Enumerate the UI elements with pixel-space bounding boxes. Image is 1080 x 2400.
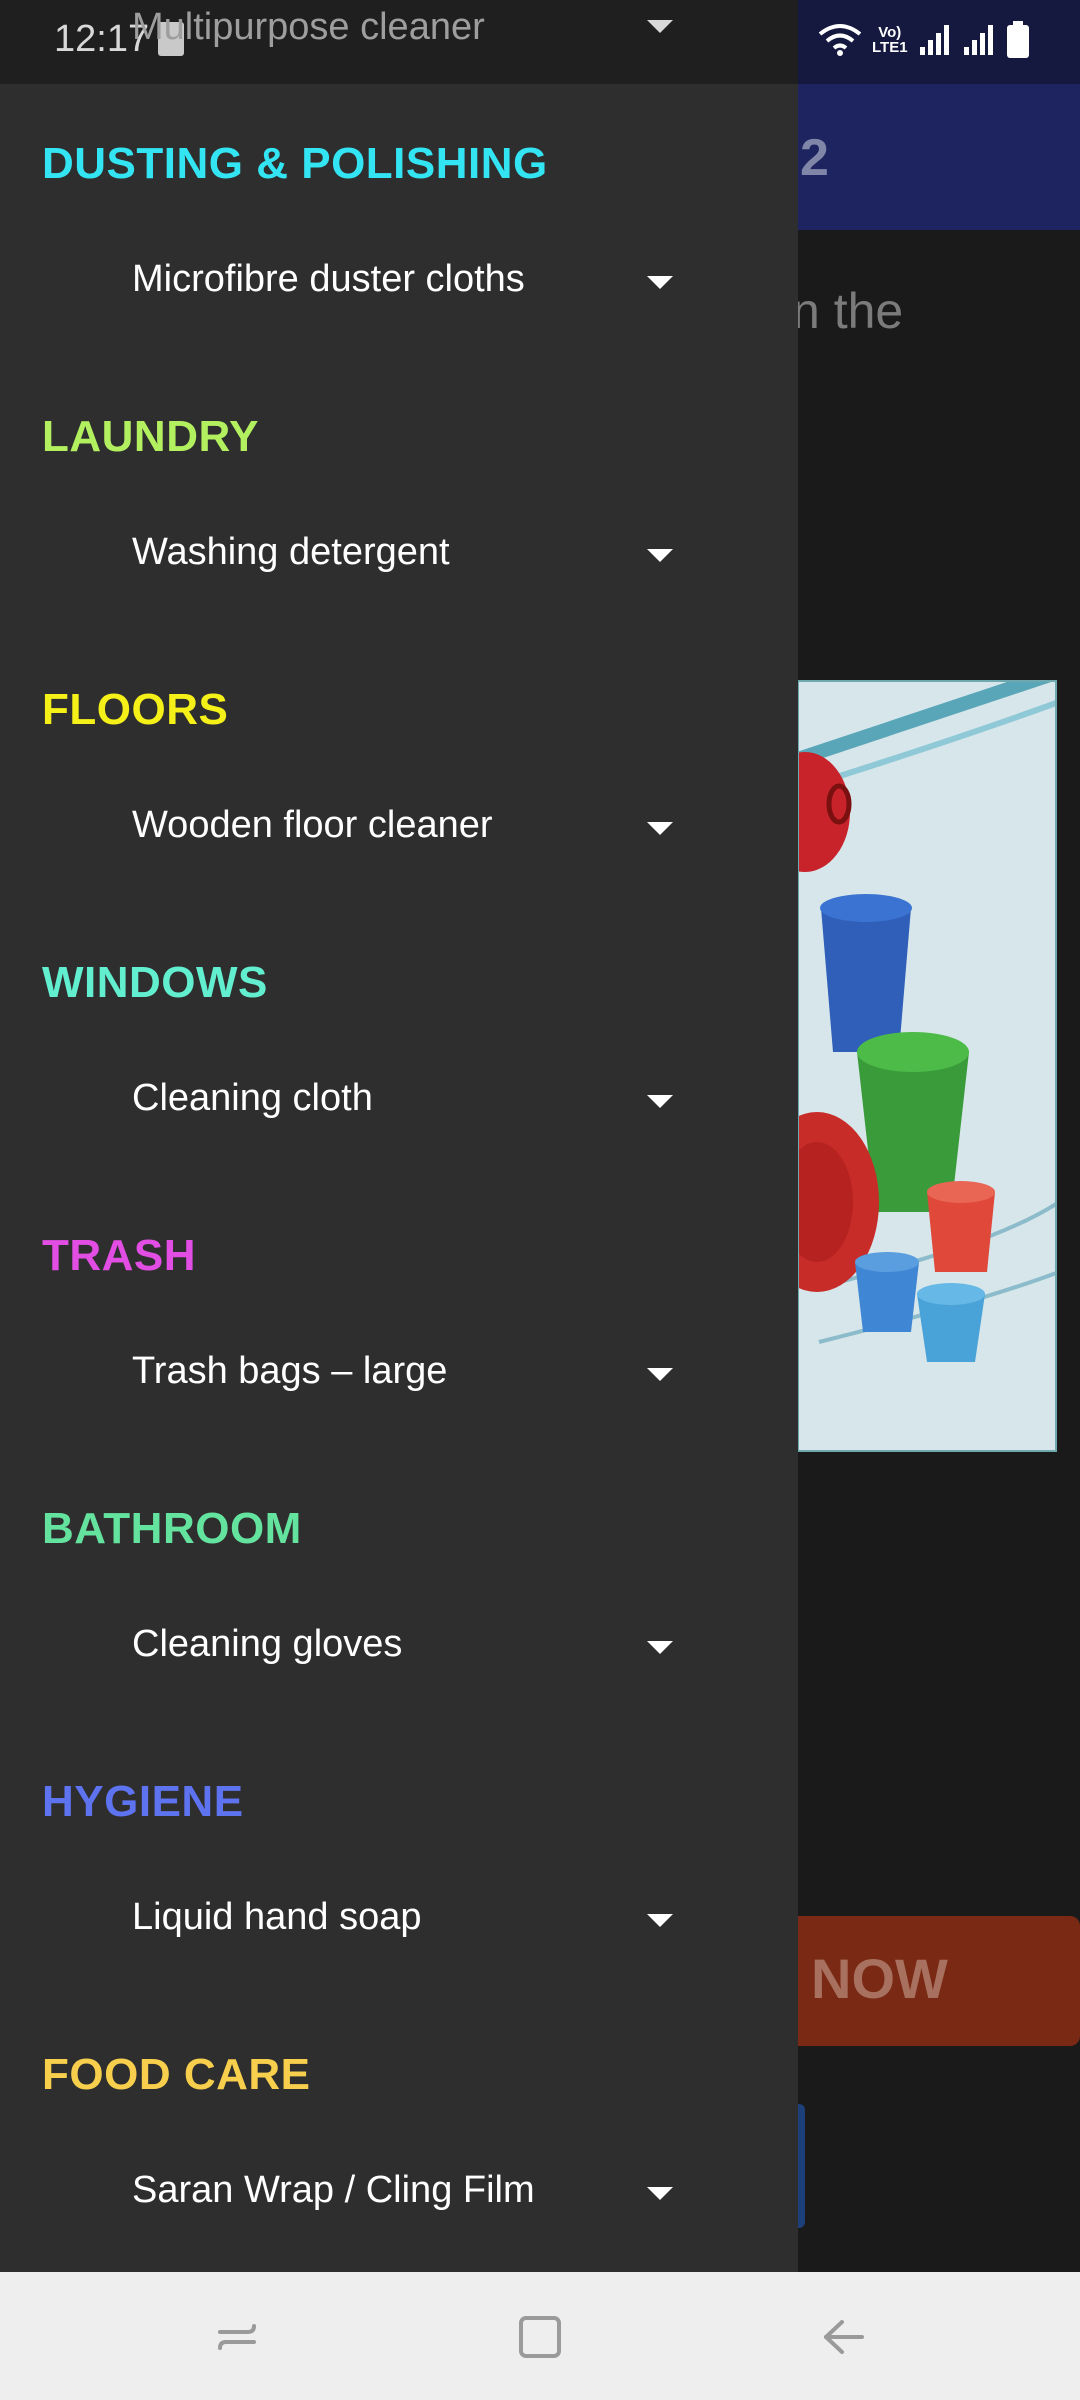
recents-icon [218,2324,256,2350]
spinner-selected-value: Washing detergent [132,531,450,573]
section-food-care: FOOD CARE Saran Wrap / Cling Film [0,1995,798,2268]
section-floors: FLOORS Wooden floor cleaner [0,630,798,903]
chevron-down-icon [647,2187,673,2200]
chevron-down-icon [647,822,673,835]
battery-icon [1006,21,1029,58]
product-image [797,680,1057,1452]
section-bathroom: BATHROOM Cleaning gloves [0,1449,798,1722]
chevron-down-icon [647,276,673,289]
network-type-label: Vo) LTE1 [872,25,908,55]
app-description-text: n the [792,283,904,339]
product-spinner[interactable]: Microfibre duster cloths [132,234,702,326]
spinner-selected-value: Microfibre duster cloths [132,258,525,300]
section-laundry: LAUNDRY Washing detergent [0,357,798,630]
spinner-selected-value: Liquid hand soap [132,1896,422,1938]
chevron-down-icon [647,20,673,33]
section-title: DUSTING & POLISHING [42,139,548,188]
section-hygiene: HYGIENE Liquid hand soap [0,1722,798,1995]
plastic-baskets-illustration [799,682,1055,1450]
spinner-selected-value: Cleaning gloves [132,1623,403,1665]
home-icon [519,2316,561,2358]
chevron-down-icon [647,1095,673,1108]
category-drawer: Multipurpose cleaner DUSTING & POLISHING… [0,6,798,2272]
product-spinner[interactable]: Cleaning cloth [132,1053,702,1145]
section-title: LAUNDRY [42,412,259,461]
app-toolbar-title: 2 [800,129,829,187]
wifi-icon [818,24,862,56]
spinner-selected-value: Cleaning cloth [132,1077,373,1119]
section-title: FOOD CARE [42,2050,311,2099]
product-spinner[interactable]: Liquid hand soap [132,1872,702,1964]
section-windows: WINDOWS Cleaning cloth [0,903,798,1176]
status-icons: Vo) LTE1 [818,18,1030,62]
signal-sim2-icon [963,25,993,55]
back-button[interactable] [808,2302,878,2372]
network-type-text: Vo) LTE1 [872,24,908,56]
section-title: BATHROOM [42,1504,302,1553]
product-spinner[interactable]: Cleaning gloves [132,1599,702,1691]
chevron-down-icon [647,1914,673,1927]
product-spinner[interactable]: Trash bags – large [132,1326,702,1418]
section-title: WINDOWS [42,958,268,1007]
spinner-selected-value: Saran Wrap / Cling Film [132,2169,535,2211]
section-trash: TRASH Trash bags – large [0,1176,798,1449]
signal-sim1-icon [919,25,949,55]
buy-now-button[interactable]: NOW [797,1916,1080,2046]
spinner-selected-value: Trash bags – large [132,1350,448,1392]
section-dusting-polishing: DUSTING & POLISHING Microfibre duster cl… [0,84,798,357]
section-title: FLOORS [42,685,229,734]
product-spinner[interactable]: Washing detergent [132,507,702,599]
chevron-down-icon [647,1368,673,1381]
spinner-selected-value: Multipurpose cleaner [132,6,485,48]
screen: 2 n the NOW 12:17 Vo) LTE1 Multipurpose … [0,0,1080,2400]
home-button[interactable] [505,2302,575,2372]
product-spinner[interactable]: Saran Wrap / Cling Film [132,2145,702,2237]
chevron-down-icon [647,549,673,562]
section-title: TRASH [42,1231,197,1280]
chevron-down-icon [647,1641,673,1654]
buy-now-label: NOW [811,1947,948,2010]
section-title: HYGIENE [42,1777,244,1826]
product-spinner[interactable]: Wooden floor cleaner [132,780,702,872]
system-nav-bar [0,2272,1080,2400]
spinner-selected-value: Wooden floor cleaner [132,804,493,846]
secondary-button-edge[interactable] [797,2104,805,2228]
back-icon [824,2320,864,2354]
recents-button[interactable] [202,2302,272,2372]
spinner-multipurpose[interactable]: Multipurpose cleaner [132,0,702,52]
